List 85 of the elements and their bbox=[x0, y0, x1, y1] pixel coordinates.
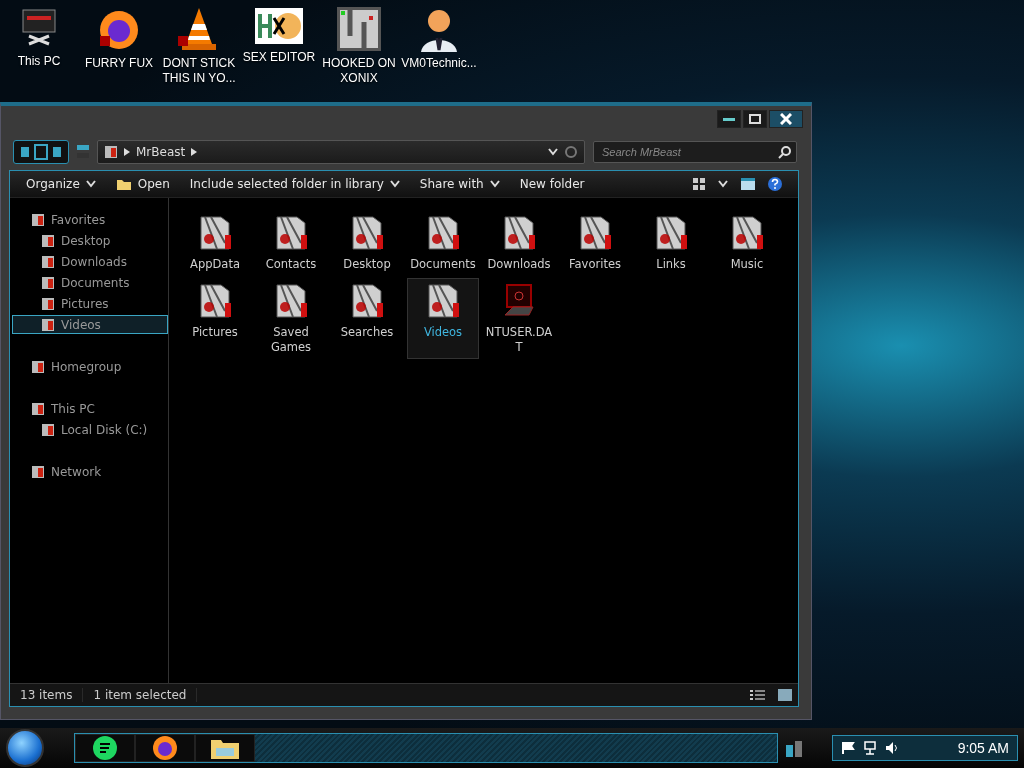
command-button[interactable]: Share with bbox=[411, 175, 508, 193]
nav-pane-item[interactable]: This PC bbox=[12, 399, 168, 418]
recent-pages-icon[interactable] bbox=[77, 143, 89, 161]
nav-pane-item[interactable]: Network bbox=[12, 462, 168, 481]
taskbar-app-button[interactable] bbox=[195, 734, 255, 762]
nav-pane-item[interactable]: Pictures bbox=[12, 294, 168, 313]
desktop-icon-label[interactable]: DONT STICK THIS IN YO... bbox=[161, 56, 237, 86]
desktop-icon-label[interactable]: FURRY FUX bbox=[81, 56, 157, 71]
nav-item-icon bbox=[41, 233, 55, 248]
back-forward-buttons[interactable] bbox=[13, 140, 69, 164]
command-button[interactable]: New folder bbox=[511, 175, 593, 193]
maximize-icon bbox=[749, 114, 761, 124]
caret-icon bbox=[548, 148, 558, 156]
command-button[interactable]: Include selected folder in library bbox=[181, 175, 408, 193]
file-item[interactable]: Links bbox=[635, 210, 707, 276]
file-item[interactable]: Searches bbox=[331, 278, 403, 359]
nav-item-icon bbox=[31, 464, 45, 479]
nav-item-icon bbox=[41, 422, 55, 437]
start-button[interactable] bbox=[6, 729, 44, 767]
file-item[interactable]: Desktop bbox=[331, 210, 403, 276]
network-icon[interactable] bbox=[863, 741, 877, 755]
item-count: 13 items bbox=[10, 688, 84, 702]
clock[interactable]: 9:05 AM bbox=[957, 740, 1009, 756]
music-app-icon bbox=[93, 736, 117, 760]
nav-pane-item[interactable]: Favorites bbox=[12, 210, 168, 229]
nav-arrows-icon bbox=[19, 144, 63, 160]
breadcrumb[interactable]: MrBeast bbox=[136, 145, 186, 159]
nav-item-icon bbox=[41, 254, 55, 269]
folder-icon bbox=[104, 145, 118, 159]
nav-item-icon bbox=[31, 401, 45, 416]
maximize-button[interactable] bbox=[743, 110, 767, 128]
minimize-button[interactable] bbox=[717, 110, 741, 128]
nav-item-icon bbox=[41, 296, 55, 311]
file-item[interactable]: Downloads bbox=[483, 210, 555, 276]
chevron-icon bbox=[191, 148, 198, 156]
desktop-icon-label[interactable]: VM0Technic... bbox=[401, 56, 477, 71]
nav-item-icon bbox=[41, 275, 55, 290]
close-icon bbox=[780, 113, 792, 125]
command-button[interactable]: Open bbox=[107, 175, 178, 193]
command-button[interactable]: Organize bbox=[18, 175, 104, 193]
folder-icon bbox=[115, 177, 132, 191]
taskbar-app-button[interactable] bbox=[135, 734, 195, 762]
selection-count: 1 item selected bbox=[83, 688, 198, 702]
caret-icon bbox=[489, 180, 500, 188]
address-bar[interactable]: MrBeast bbox=[97, 140, 585, 164]
help-icon bbox=[768, 177, 782, 191]
close-button[interactable] bbox=[769, 110, 803, 128]
desktop-icon-label[interactable]: HOOKED ON XONIX bbox=[321, 56, 397, 86]
details-view-icon[interactable] bbox=[750, 689, 766, 701]
caret-icon bbox=[718, 180, 728, 188]
hex-editor-icon bbox=[254, 6, 304, 46]
caret-icon bbox=[85, 180, 96, 188]
flag-icon[interactable] bbox=[841, 741, 855, 755]
maze-game-icon bbox=[336, 6, 382, 52]
show-desktop-icon[interactable] bbox=[786, 739, 802, 757]
file-item[interactable]: Saved Games bbox=[255, 278, 327, 359]
tiles-view-icon[interactable] bbox=[778, 689, 792, 701]
file-item[interactable]: Music bbox=[711, 210, 783, 276]
refresh-icon[interactable] bbox=[564, 145, 578, 159]
file-item[interactable]: Favorites bbox=[559, 210, 631, 276]
nav-pane-item[interactable]: Homegroup bbox=[12, 357, 168, 376]
chevron-icon bbox=[124, 148, 130, 156]
nav-pane-item[interactable]: Local Disk (C:) bbox=[12, 420, 168, 439]
search-field[interactable]: Search MrBeast bbox=[593, 141, 797, 163]
nav-item-icon bbox=[31, 212, 45, 227]
nav-pane-item[interactable]: Downloads bbox=[12, 252, 168, 271]
nav-item-icon bbox=[41, 317, 55, 332]
nav-item-icon bbox=[31, 359, 45, 374]
nav-pane-item[interactable]: Videos bbox=[12, 315, 168, 334]
file-item[interactable]: NTUSER.DAT bbox=[483, 278, 555, 359]
file-item[interactable]: Videos bbox=[407, 278, 479, 359]
file-item[interactable]: Documents bbox=[407, 210, 479, 276]
desktop-icon-label[interactable]: This PC bbox=[1, 54, 77, 69]
file-item[interactable]: AppData bbox=[179, 210, 251, 276]
minimize-icon bbox=[723, 115, 735, 123]
preview-pane-icon[interactable] bbox=[740, 177, 756, 191]
file-item[interactable]: Contacts bbox=[255, 210, 327, 276]
taskbar-app-button[interactable] bbox=[75, 734, 135, 762]
view-options-icon[interactable] bbox=[692, 177, 706, 191]
desktop-icon-label[interactable]: SEX EDITOR bbox=[241, 50, 317, 65]
search-icon[interactable] bbox=[778, 145, 792, 159]
file-item[interactable]: Pictures bbox=[179, 278, 251, 359]
nav-pane-item[interactable]: Desktop bbox=[12, 231, 168, 250]
nav-pane-item[interactable]: Documents bbox=[12, 273, 168, 292]
caret-icon bbox=[389, 180, 400, 188]
